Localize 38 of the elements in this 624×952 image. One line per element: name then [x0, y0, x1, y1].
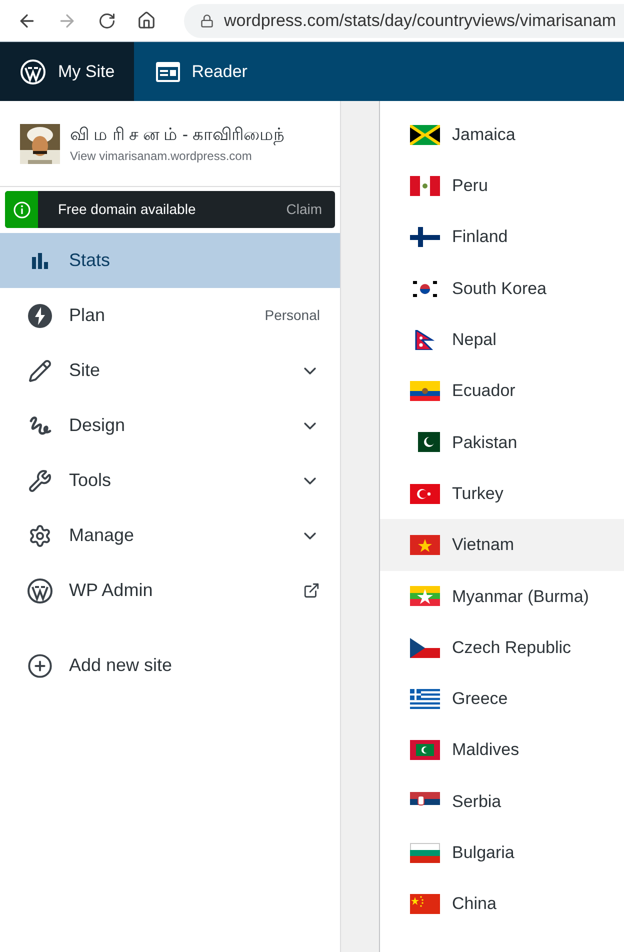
- claim-link[interactable]: Claim: [286, 199, 322, 220]
- flag-icon: [410, 740, 440, 760]
- reader-icon: [156, 62, 180, 82]
- country-row[interactable]: Vietnam: [380, 519, 624, 571]
- wrench-icon: [28, 468, 52, 492]
- sidebar-item[interactable]: Stats: [0, 233, 340, 288]
- home-icon[interactable]: [137, 11, 156, 30]
- flag-icon: [410, 586, 440, 606]
- add-icon: [27, 652, 53, 678]
- flag-icon: [410, 894, 440, 914]
- wordpress-icon: [27, 578, 53, 604]
- plan-label: Personal: [264, 306, 320, 325]
- wordpress-logo-icon: [20, 58, 46, 84]
- flag-icon: [410, 638, 440, 658]
- address-bar[interactable]: wordpress.com/stats/day/countryviews/vimarisanam: [184, 4, 624, 38]
- notice-text: Free domain available: [58, 200, 197, 219]
- flag-icon: [410, 381, 440, 402]
- lock-icon: [200, 14, 214, 28]
- flag-icon: [410, 278, 440, 299]
- lightning-icon: [27, 302, 53, 328]
- flag-icon: [410, 535, 440, 556]
- site-title[interactable]: வி ம ரி ச ன ம் - காவிரிமைந்: [70, 122, 285, 148]
- add-site-item[interactable]: Add new site: [0, 638, 340, 693]
- flag-icon: [410, 227, 440, 248]
- bar-chart-icon: [29, 250, 51, 270]
- settings-icon: [28, 524, 52, 548]
- pencil-icon: [28, 358, 52, 382]
- masterbar-tab[interactable]: My Site: [0, 42, 134, 101]
- site-url-link[interactable]: View vimarisanam.wordpress.com: [70, 147, 285, 166]
- flag-icon: [410, 124, 440, 145]
- url-text: wordpress.com/stats/day/countryviews/vimarisanam: [224, 10, 616, 32]
- info-icon: [12, 200, 30, 218]
- flag-icon: [410, 176, 440, 196]
- flag-icon: [410, 842, 440, 863]
- flag-icon: [410, 688, 440, 709]
- flag-icon: [410, 484, 440, 504]
- reload-icon[interactable]: [98, 12, 116, 30]
- domain-notice[interactable]: Free domain available Claim: [5, 191, 335, 228]
